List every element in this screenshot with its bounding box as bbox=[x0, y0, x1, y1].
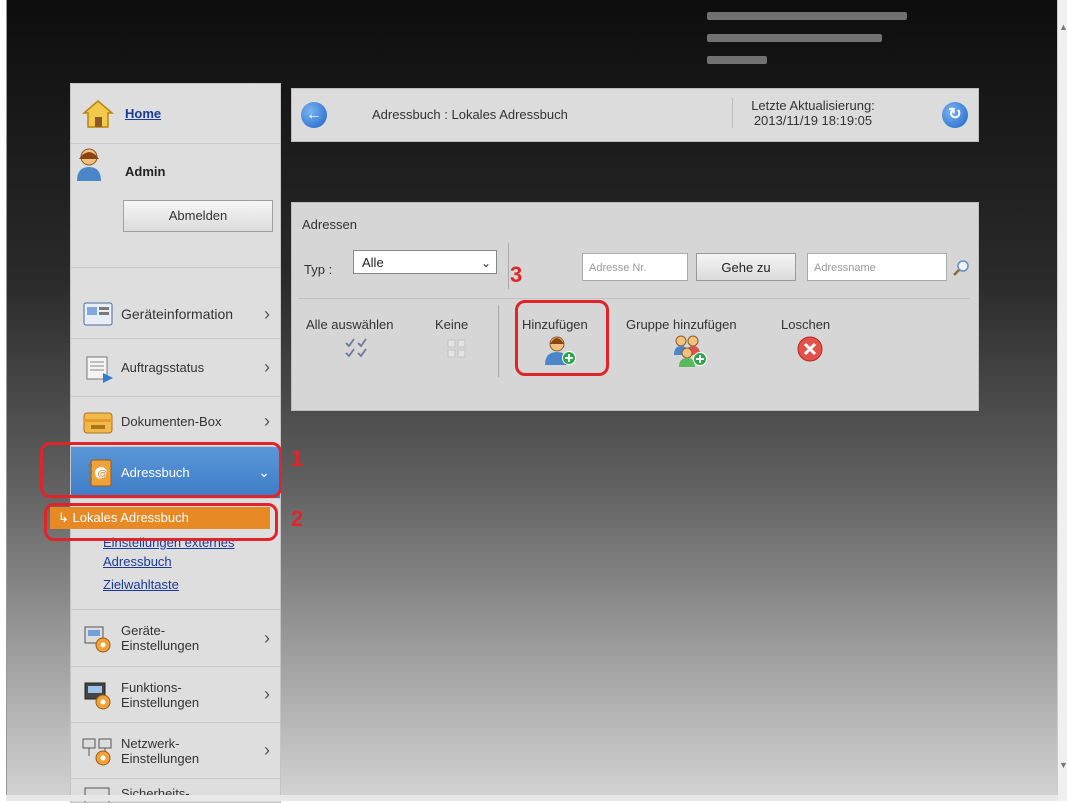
submenu-link-speed-dial[interactable]: Zielwahltaste bbox=[103, 577, 179, 592]
address-name-input[interactable]: Adressname bbox=[807, 253, 947, 281]
sidebar-item-label: Netzwerk- Einstellungen bbox=[121, 736, 199, 766]
blurred-header-line bbox=[707, 12, 907, 20]
last-update: Letzte Aktualisierung: 2013/11/19 18:19:… bbox=[732, 98, 893, 128]
search-icon[interactable] bbox=[952, 259, 970, 277]
deselect-icon[interactable] bbox=[447, 339, 467, 359]
scroll-up-icon[interactable]: ▲ bbox=[1059, 22, 1067, 32]
job-status-icon bbox=[81, 353, 115, 383]
page-title: Adressbuch : Lokales Adressbuch bbox=[372, 107, 568, 122]
sidebar-item-label: Geräteinformation bbox=[121, 306, 233, 322]
chevron-right-icon: › bbox=[264, 628, 270, 649]
add-group-label[interactable]: Gruppe hinzufügen bbox=[626, 317, 737, 332]
annotation-number-3: 3 bbox=[510, 262, 522, 288]
blurred-header-line bbox=[707, 34, 882, 42]
blurred-header-line bbox=[707, 56, 767, 64]
chevron-right-icon: › bbox=[264, 684, 270, 705]
home-link[interactable]: Home bbox=[125, 106, 161, 121]
logout-button[interactable]: Abmelden bbox=[123, 200, 273, 232]
sidebar-item-label: Geräte- Einstellungen bbox=[121, 623, 199, 653]
device-info-icon bbox=[81, 299, 115, 329]
type-select-value: Alle bbox=[362, 255, 384, 270]
annotation-number-2: 2 bbox=[291, 506, 303, 532]
last-update-time: 2013/11/19 18:19:05 bbox=[733, 113, 893, 128]
submenu-link-address-book[interactable]: Adressbuch bbox=[103, 554, 172, 569]
delete-label[interactable]: Loschen bbox=[781, 317, 830, 332]
sidebar-item-label: Funktions- Einstellungen bbox=[121, 680, 199, 710]
function-settings-icon bbox=[81, 680, 115, 710]
chevron-right-icon: › bbox=[264, 740, 270, 761]
admin-label: Admin bbox=[125, 164, 165, 179]
vertical-scrollbar[interactable]: ▲ ▼ bbox=[1057, 0, 1067, 801]
scroll-down-icon[interactable]: ▼ bbox=[1059, 760, 1067, 770]
divider bbox=[498, 305, 499, 377]
network-settings-icon bbox=[81, 736, 115, 766]
chevron-right-icon: › bbox=[264, 411, 270, 432]
device-settings-icon bbox=[81, 623, 115, 653]
select-all-label[interactable]: Alle auswählen bbox=[306, 317, 393, 332]
divider bbox=[508, 243, 509, 289]
annotation-number-1: 1 bbox=[291, 446, 303, 472]
select-all-checks-icon[interactable] bbox=[344, 337, 370, 359]
sidebar-item-label: Dokumenten-Box bbox=[121, 414, 221, 429]
chevron-right-icon: › bbox=[264, 357, 270, 378]
header-toolbar: ← Adressbuch : Lokales Adressbuch Letzte… bbox=[291, 88, 979, 142]
annotation-box-2 bbox=[44, 503, 278, 541]
back-arrow-icon[interactable]: ← bbox=[301, 102, 327, 128]
delete-icon[interactable] bbox=[796, 335, 824, 363]
annotation-box-3 bbox=[515, 300, 609, 376]
sidebar-home[interactable]: Home bbox=[71, 84, 280, 144]
sidebar-item-label: Auftragsstatus bbox=[121, 360, 204, 375]
sidebar-item-job-status[interactable]: Auftragsstatus › bbox=[71, 339, 280, 397]
sidebar-item-document-box[interactable]: Dokumenten-Box › bbox=[71, 397, 280, 447]
chevron-right-icon: › bbox=[264, 304, 270, 325]
user-avatar-icon bbox=[75, 147, 103, 181]
refresh-icon[interactable]: ↻ bbox=[942, 102, 968, 128]
add-group-icon[interactable] bbox=[672, 333, 708, 367]
sidebar-item-device-settings[interactable]: Geräte- Einstellungen › bbox=[71, 609, 280, 667]
addresses-panel: Adressen Typ : Alle ⌄ Adresse Nr. Gehe z… bbox=[291, 202, 979, 411]
last-update-label: Letzte Aktualisierung: bbox=[733, 98, 893, 113]
address-number-input[interactable]: Adresse Nr. bbox=[582, 253, 688, 281]
chevron-down-icon: ⌄ bbox=[481, 251, 491, 275]
type-select[interactable]: Alle ⌄ bbox=[353, 250, 497, 274]
none-label[interactable]: Keine bbox=[435, 317, 468, 332]
sidebar-item-device-info[interactable]: Geräteinformation › bbox=[71, 290, 280, 339]
annotation-box-1 bbox=[40, 442, 282, 498]
separator bbox=[298, 298, 970, 299]
sidebar-item-network-settings[interactable]: Netzwerk- Einstellungen › bbox=[71, 723, 280, 779]
panel-title: Adressen bbox=[302, 217, 357, 232]
home-icon bbox=[81, 99, 115, 129]
sidebar-item-function-settings[interactable]: Funktions- Einstellungen › bbox=[71, 667, 280, 723]
goto-button[interactable]: Gehe zu bbox=[696, 253, 796, 281]
horizontal-scrollbar[interactable] bbox=[6, 795, 1058, 801]
document-box-icon bbox=[81, 407, 115, 437]
type-label: Typ : bbox=[304, 262, 332, 277]
